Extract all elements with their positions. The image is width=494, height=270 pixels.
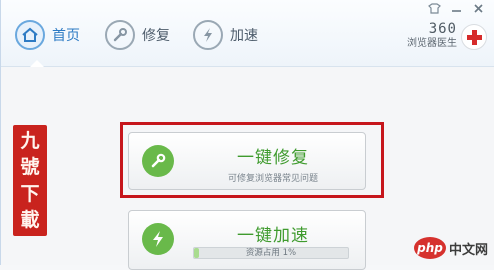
tab-speed[interactable]: 加速 [193, 17, 258, 53]
brand-number: 360 [428, 21, 457, 37]
tab-repair[interactable]: 修复 [105, 17, 170, 53]
tab-home-label: 首页 [52, 28, 80, 44]
tab-repair-label: 修复 [142, 28, 170, 44]
watermark-text: 中文网 [448, 242, 488, 258]
browser-doctor-window: 首页 修复 加速 360 浏览器医生 九 號 下 載 一键修复 可修复浏览器常见… [0, 0, 494, 270]
top-navigation-bar: 首页 修复 加速 360 浏览器医生 [1, 0, 494, 67]
seal-char-1: 九 [20, 130, 40, 153]
one-click-speed-button[interactable]: 一键加速 资源占用 1% [128, 210, 366, 270]
wrench-icon [105, 20, 135, 50]
speed-title: 一键加速 [237, 226, 309, 246]
close-icon[interactable] [469, 0, 487, 16]
shirt-icon[interactable] [425, 0, 443, 16]
window-controls [425, 0, 487, 16]
brand-name: 浏览器医生 [407, 38, 457, 49]
seal-char-3: 下 [20, 182, 40, 205]
lightning-icon [142, 223, 174, 255]
php-logo: php [413, 237, 446, 259]
red-cross-icon [461, 23, 487, 50]
wrench-icon [142, 145, 174, 177]
active-tab-pointer [30, 60, 44, 67]
usage-label: 资源占用 [245, 248, 280, 258]
tab-speed-label: 加速 [230, 28, 258, 44]
red-seal-stamp: 九 號 下 載 [13, 125, 47, 236]
resource-usage-bar: 资源占用 1% [193, 247, 349, 259]
usage-value: 1% [282, 248, 297, 258]
tab-home[interactable]: 首页 [15, 17, 80, 53]
seal-char-4: 載 [20, 208, 40, 231]
seal-char-2: 號 [20, 156, 40, 179]
php-cn-watermark: php 中文网 [413, 237, 488, 259]
lightning-icon [193, 20, 223, 50]
resource-usage-text: 资源占用 1% [194, 248, 348, 258]
home-icon [15, 20, 45, 50]
one-click-repair-button[interactable]: 一键修复 可修复浏览器常见问题 [128, 132, 366, 190]
repair-subtitle: 可修复浏览器常见问题 [227, 174, 318, 184]
minimize-icon[interactable] [447, 0, 465, 16]
brand-360-browser-doctor: 360 浏览器医生 [407, 22, 487, 51]
repair-title: 一键修复 [237, 148, 309, 168]
